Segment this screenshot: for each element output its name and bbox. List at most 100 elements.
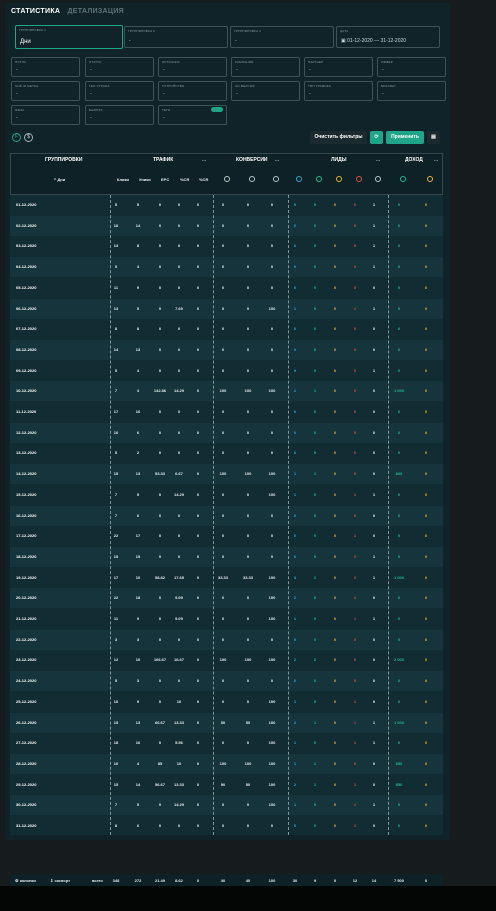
row-cell: 0	[196, 678, 200, 684]
table-row[interactable]: 15-12-2020 7 5 0 14.29 0 0 0 100 1 0 0 1 1 0 0	[10, 485, 443, 505]
row-cell: 0	[353, 760, 357, 766]
table-row[interactable]: 26-12-2020 15 13 66.67 13.33 0 50 50 100 2 1 0 1 1 1 0…	[10, 712, 443, 733]
row-cell: 1	[372, 719, 376, 725]
filter-row4-1[interactable]: ВАЛЮТА -	[85, 105, 154, 125]
row-cell: 0	[158, 450, 162, 456]
filter-row3-3[interactable]: ОС ВЕРСИЯ -	[231, 81, 300, 101]
tab-statistics[interactable]: СТАТИСТИКА	[11, 8, 60, 15]
table-row[interactable]: 25-12-2020 10 9 0 10 0 0 0 100 1 0 0 1 0 0 0	[10, 692, 443, 712]
col-cr2[interactable]: %CR	[199, 177, 208, 182]
grouping-select-3[interactable]: ГРУППИРОВКА 3 -	[230, 26, 334, 48]
refresh-button[interactable]: ⟳	[370, 131, 383, 144]
row-cell: 0	[293, 533, 297, 539]
row-cell: 0	[196, 491, 200, 497]
date-range-picker[interactable]: ДАТА ▣ 01-12-2020 — 31-12-2020	[336, 26, 440, 48]
filter-row4-0[interactable]: ЯЗЫК -	[11, 105, 80, 125]
row-cell: 0	[397, 243, 401, 249]
table-row[interactable]: 16-12-2020 7 6 0 0 0 0 0 0 0 0 0 0 0 0 0	[10, 505, 443, 526]
table-row[interactable]: 20-12-2020 22 18 0 9.09 0 0 0 100 2 0 0 2 0 0 0	[10, 588, 443, 609]
table-row[interactable]: 10-12-2020 7 4 142.86 14.29 0 100 100 100 1 1 0 0 0 1 …	[10, 381, 443, 402]
grouping-select-2[interactable]: ГРУППИРОВКА 2 -	[124, 26, 228, 48]
table-row[interactable]: 31-12-2020 8 6 0 0 0 0 0 0 0 0 0 1 0 0 0	[10, 816, 443, 836]
row-cell: 5	[136, 305, 140, 311]
table-row[interactable]: 03-12-2020 13 8 0 0 0 0 0 0 0 0 0 0 1 0 0	[10, 236, 443, 256]
table-row[interactable]: 22-12-2020 3 3 0 0 0 0 0 0 0 0 0 0 0 0 0	[10, 629, 443, 650]
row-cell: 2	[313, 657, 317, 663]
table-row[interactable]: 30-12-2020 7 5 0 14.29 0 0 0 100 1 0 0 1 1 0 0	[10, 795, 443, 816]
row-cell: 0	[353, 326, 357, 332]
table-row[interactable]: 11-12-2020 17 16 0 0 0 0 0 0 0 0 0 0 0 0 0	[10, 402, 443, 422]
table-row[interactable]: 06-12-2020 13 5 0 7.69 0 0 0 100 1 0 0 1 1 0 0	[10, 298, 443, 319]
row-cell: 50	[220, 719, 226, 725]
table-row[interactable]: 01-12-2020 5 5 0 0 0 0 0 0 0 0 0 0 1 0 0	[10, 195, 443, 215]
table-row[interactable]: 29-12-2020 15 14 56.67 13.33 0 50 50 100 2 1 0 1 0 850…	[10, 775, 443, 795]
columns-button[interactable]: ⚙ колонки	[15, 878, 36, 883]
filter-row3-2[interactable]: УСТРОЙСТВО -	[158, 81, 227, 101]
filter-row3-5[interactable]: БРАУЗЕР -	[377, 81, 446, 101]
filter-row2-0[interactable]: ПОТОК -	[11, 57, 80, 77]
row-cell: 3	[136, 636, 140, 642]
table-row[interactable]: 08-12-2020 14 13 0 0 0 0 0 0 0 0 0 0 0 0 0	[10, 339, 443, 360]
filter-row4-2[interactable]: ТЕГИ -	[158, 105, 227, 125]
table-row[interactable]: 04-12-2020 5 4 0 0 0 0 0 0 0 0 0 0 1 0 0	[10, 257, 443, 278]
table-row[interactable]: 07-12-2020 8 8 0 0 0 0 0 0 0 0 0 0 0 0 0	[10, 319, 443, 339]
table-row[interactable]: 19-12-2020 17 10 58.82 17.65 0 33.33 33.33 100 3 1…	[10, 568, 443, 588]
currency-icon[interactable]: $	[24, 133, 33, 142]
filter-row2-5[interactable]: ОФФЕР -	[377, 57, 446, 77]
row-cell: 0	[246, 367, 250, 373]
table-row[interactable]: 13-12-2020 5 2 0 0 0 0 0 0 0 0 0 0 0 0 0	[10, 443, 443, 463]
table-row[interactable]: 05-12-2020 11 9 0 0 0 0 0 0 0 0 0 0 0 0 0	[10, 278, 443, 298]
tab-details[interactable]: ДЕТАЛИЗАЦИЯ	[68, 8, 125, 15]
row-cell: 0	[221, 222, 225, 228]
filter-row2-4[interactable]: ПАРТНЕР -	[304, 57, 373, 77]
filter-row3-0[interactable]: SUB ID МЕТКА -	[11, 81, 80, 101]
table-row[interactable]: 24-12-2020 5 3 0 0 0 0 0 0 0 0 0 0 0 0 0	[10, 671, 443, 692]
col-epc[interactable]: EPC	[161, 177, 169, 182]
settings-button[interactable]: ▤	[427, 131, 440, 144]
table-row[interactable]: 12-12-2020 10 6 0 0 0 0 0 0 0 0 0 0 0 0 0	[10, 422, 443, 443]
table-row[interactable]: 28-12-2020 10 4 85 10 0 100 100 100 1 1 0 0 0 850 0	[10, 753, 443, 774]
leads-more-button[interactable]: ...	[376, 157, 380, 163]
row-cell: 0	[158, 202, 162, 207]
conversions-more-button[interactable]: ...	[275, 157, 279, 163]
col-cr[interactable]: %CR	[180, 177, 189, 182]
filter-row2-1[interactable]: СТАТУС -	[85, 57, 154, 77]
table-row[interactable]: 09-12-2020 5 4 0 0 0 0 0 0 0 0 0 0 1 0 0	[10, 361, 443, 381]
row-cell: 33.33	[242, 574, 253, 580]
income-more-button[interactable]: ...	[434, 157, 438, 163]
col-clicks[interactable]: Клики	[117, 177, 129, 182]
apply-button[interactable]: Применить	[386, 131, 424, 144]
row-cell: 0	[293, 678, 297, 684]
table-row[interactable]: 23-12-2020 12 10 166.67 16.67 0 100 100 100 2 2 0 0 0…	[10, 650, 443, 670]
row-cell: 6	[136, 823, 140, 828]
row-cell: 0	[424, 305, 428, 311]
row-date: 21-12-2020	[16, 616, 37, 621]
filter-row3-1[interactable]: ГЕО СТРАНА -	[85, 81, 154, 101]
row-cell: 4	[136, 264, 140, 270]
filter-row2-3[interactable]: КАМПАНИЯ -	[231, 57, 300, 77]
filter-row2-2[interactable]: ИСТОЧНИК -	[158, 57, 227, 77]
table-row[interactable]: 18-12-2020 15 15 0 0 0 0 0 0 0 0 0 0 1 0 0	[10, 546, 443, 567]
export-button[interactable]: ⇩ экспорт	[50, 878, 70, 883]
row-cell: 0	[221, 326, 225, 332]
row-cell: 0	[177, 243, 181, 249]
table-row[interactable]: 02-12-2020 16 14 0 0 0 0 0 0 0 0 0 0 1 0 0	[10, 215, 443, 236]
row-cell: 0	[158, 305, 162, 311]
col-day[interactable]: ^ Дни	[54, 177, 65, 182]
table-row[interactable]: 14-12-2020 15 13 53.33 6.67 0 100 100 100 1 1 0 0 0 80…	[10, 464, 443, 485]
row-cell: 0	[353, 264, 357, 270]
row-cell: 0	[313, 305, 317, 311]
table-row[interactable]: 21-12-2020 11 9 0 9.09 0 0 0 100 1 0 0 1 1 0 0	[10, 609, 443, 629]
grouping-select-1[interactable]: ГРУППИРОВКА 1 Дни	[15, 25, 123, 49]
row-cell: 0	[397, 409, 401, 414]
filter-icon[interactable]: F	[12, 133, 21, 142]
table-row[interactable]: 27-12-2020 18 16 0 5.56 0 0 0 100 1 0 0 1 1 0 0	[10, 733, 443, 753]
clear-filters-button[interactable]: Очистить фильтры	[310, 131, 367, 144]
toggle-switch[interactable]	[211, 107, 223, 112]
table-footer: ⚙ колонки ⇩ экспорт всего 348 272 21.49 8.6…	[10, 874, 443, 886]
table-row[interactable]: 17-12-2020 22 17 0 0 0 0 0 0 0 0 0 1 0 0 0	[10, 526, 443, 546]
col-uniq[interactable]: Уники	[139, 177, 151, 182]
row-cell: 0	[353, 367, 357, 373]
filter-row3-4[interactable]: ТИП ТРАФИКА -	[304, 81, 373, 101]
traffic-more-button[interactable]: ...	[202, 157, 206, 163]
